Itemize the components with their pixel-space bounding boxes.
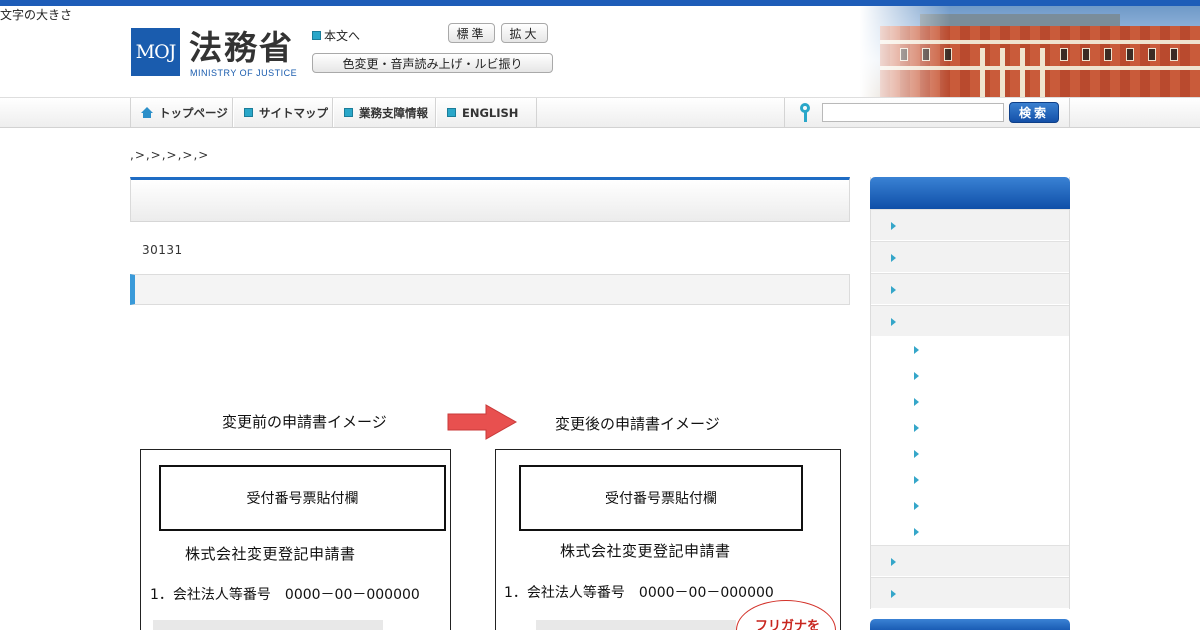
- logo-subtitle: MINISTRY OF JUSTICE: [190, 68, 298, 78]
- building-column: [1040, 48, 1045, 97]
- caption-before: 変更前の申請書イメージ: [222, 413, 387, 431]
- form-title: 株式会社変更登記申請書: [185, 545, 356, 563]
- triangle-bullet-icon: [914, 476, 919, 484]
- triangle-bullet-icon: [891, 318, 896, 326]
- sidebar-item[interactable]: [871, 273, 1069, 305]
- sidebar-item-active[interactable]: [871, 305, 1069, 337]
- sidebar-subitem[interactable]: [871, 337, 1069, 363]
- triangle-bullet-icon: [891, 558, 896, 566]
- row-value: 0000－00－000000: [284, 587, 420, 603]
- moj-logo-mark[interactable]: MOJ: [131, 28, 180, 76]
- section-heading: [130, 274, 850, 305]
- sidebar-subitem[interactable]: [871, 363, 1069, 389]
- building-window: [1082, 48, 1090, 61]
- sidebar-subitem[interactable]: [871, 493, 1069, 519]
- nav-sitemap-label: サイトマップ: [259, 105, 328, 120]
- form-row-corp-number: 1．会社法人等番号 0000－00－000000: [504, 582, 774, 602]
- nav-home-label: トップページ: [159, 105, 228, 120]
- breadcrumb[interactable]: ,>,>,>,>,>: [130, 148, 209, 162]
- row-label: 1．会社法人等番号: [504, 585, 625, 601]
- sidebar-item[interactable]: [871, 209, 1069, 241]
- caption-after: 変更後の申請書イメージ: [555, 415, 720, 433]
- nav-item-business[interactable]: 業務支障情報: [333, 98, 436, 127]
- form-row-corp-number: 1．会社法人等番号 0000－00－000000: [150, 584, 420, 604]
- row-value: 0000－00－000000: [638, 585, 774, 601]
- triangle-bullet-icon: [914, 528, 919, 536]
- form-before-sheet: 受付番号票貼付欄 株式会社変更登記申請書 1．会社法人等番号 0000－00－00…: [140, 449, 451, 630]
- building-column: [1000, 48, 1005, 97]
- triangle-bullet-icon: [891, 222, 896, 230]
- triangle-bullet-icon: [914, 372, 919, 380]
- building-window: [1126, 48, 1134, 61]
- sidebar-subitem[interactable]: [871, 415, 1069, 441]
- cropped-row: [153, 620, 383, 630]
- square-bullet-icon: [344, 108, 353, 117]
- form-change-illustration: 変更前の申請書イメージ 変更後の申請書イメージ 受付番号票貼付欄 株式会社変更登…: [130, 395, 850, 630]
- cropped-row: [536, 620, 736, 630]
- text-size-standard-button[interactable]: 標準: [448, 23, 495, 43]
- triangle-bullet-icon: [914, 346, 919, 354]
- site-header: MOJ 法務省 MINISTRY OF JUSTICE 本文へ 文字の大きさ 標…: [0, 6, 1200, 97]
- triangle-bullet-icon: [914, 398, 919, 406]
- triangle-bullet-icon: [914, 502, 919, 510]
- triangle-bullet-icon: [914, 424, 919, 432]
- red-arrow-icon: [447, 404, 518, 440]
- sidebar-subitem[interactable]: [871, 467, 1069, 493]
- sidebar-header: [870, 177, 1070, 209]
- home-icon: [141, 107, 153, 118]
- photo-fade: [860, 6, 950, 97]
- search-button[interactable]: 検索: [1009, 102, 1059, 123]
- sidebar-menu: [870, 177, 1070, 609]
- nav-business-label: 業務支障情報: [359, 105, 428, 120]
- nav-english-label: ENGLISH: [462, 105, 519, 120]
- ministry-building-photo: [860, 6, 1200, 97]
- sidebar-item[interactable]: [871, 545, 1069, 577]
- furigana-callout: フリガナを: [736, 600, 836, 630]
- building-window: [1060, 48, 1068, 61]
- sidebar-subitem[interactable]: [871, 441, 1069, 467]
- building-window: [1170, 48, 1178, 61]
- triangle-bullet-icon: [891, 590, 896, 598]
- triangle-bullet-icon: [891, 254, 896, 262]
- global-nav: トップページ サイトマップ 業務支障情報 ENGLISH 検索: [0, 97, 1200, 128]
- building-column: [1020, 48, 1025, 97]
- callout-text: フリガナを: [755, 619, 821, 630]
- nav-item-sitemap[interactable]: サイトマップ: [233, 98, 333, 127]
- sidebar-item[interactable]: [871, 577, 1069, 609]
- search-pin-icon: [799, 103, 811, 123]
- triangle-bullet-icon: [914, 450, 919, 458]
- nav-item-home[interactable]: トップページ: [130, 98, 233, 127]
- building-window: [1104, 48, 1112, 61]
- accessibility-button[interactable]: 色変更・音声読み上げ・ルビ振り: [312, 53, 553, 73]
- sidebar-subitem[interactable]: [871, 519, 1069, 545]
- form-title: 株式会社変更登記申請書: [560, 542, 731, 560]
- form-after-sheet: 受付番号票貼付欄 株式会社変更登記申請書 1．会社法人等番号 0000－00－00…: [495, 449, 841, 630]
- row-label: 1．会社法人等番号: [150, 587, 271, 603]
- square-bullet-icon: [447, 108, 456, 117]
- page-title: [130, 177, 850, 222]
- logo-title[interactable]: 法務省: [189, 21, 294, 69]
- site-search: 検索: [784, 98, 1070, 127]
- nav-item-english[interactable]: ENGLISH: [436, 98, 537, 127]
- square-bullet-icon: [312, 31, 321, 40]
- square-bullet-icon: [244, 108, 253, 117]
- sidebar-second-header: [870, 619, 1070, 630]
- receipt-stamp-box: 受付番号票貼付欄: [159, 465, 446, 531]
- building-column: [980, 48, 985, 97]
- text-size-large-button[interactable]: 拡大: [501, 23, 548, 43]
- sidebar-item[interactable]: [871, 241, 1069, 273]
- triangle-bullet-icon: [891, 286, 896, 294]
- publish-date: 30131: [142, 243, 183, 257]
- sidebar-subitem[interactable]: [871, 389, 1069, 415]
- skip-to-content-link[interactable]: 本文へ: [312, 27, 360, 44]
- receipt-stamp-box: 受付番号票貼付欄: [519, 465, 803, 531]
- skip-link-label: 本文へ: [324, 29, 361, 43]
- search-input[interactable]: [822, 103, 1004, 122]
- building-window: [1148, 48, 1156, 61]
